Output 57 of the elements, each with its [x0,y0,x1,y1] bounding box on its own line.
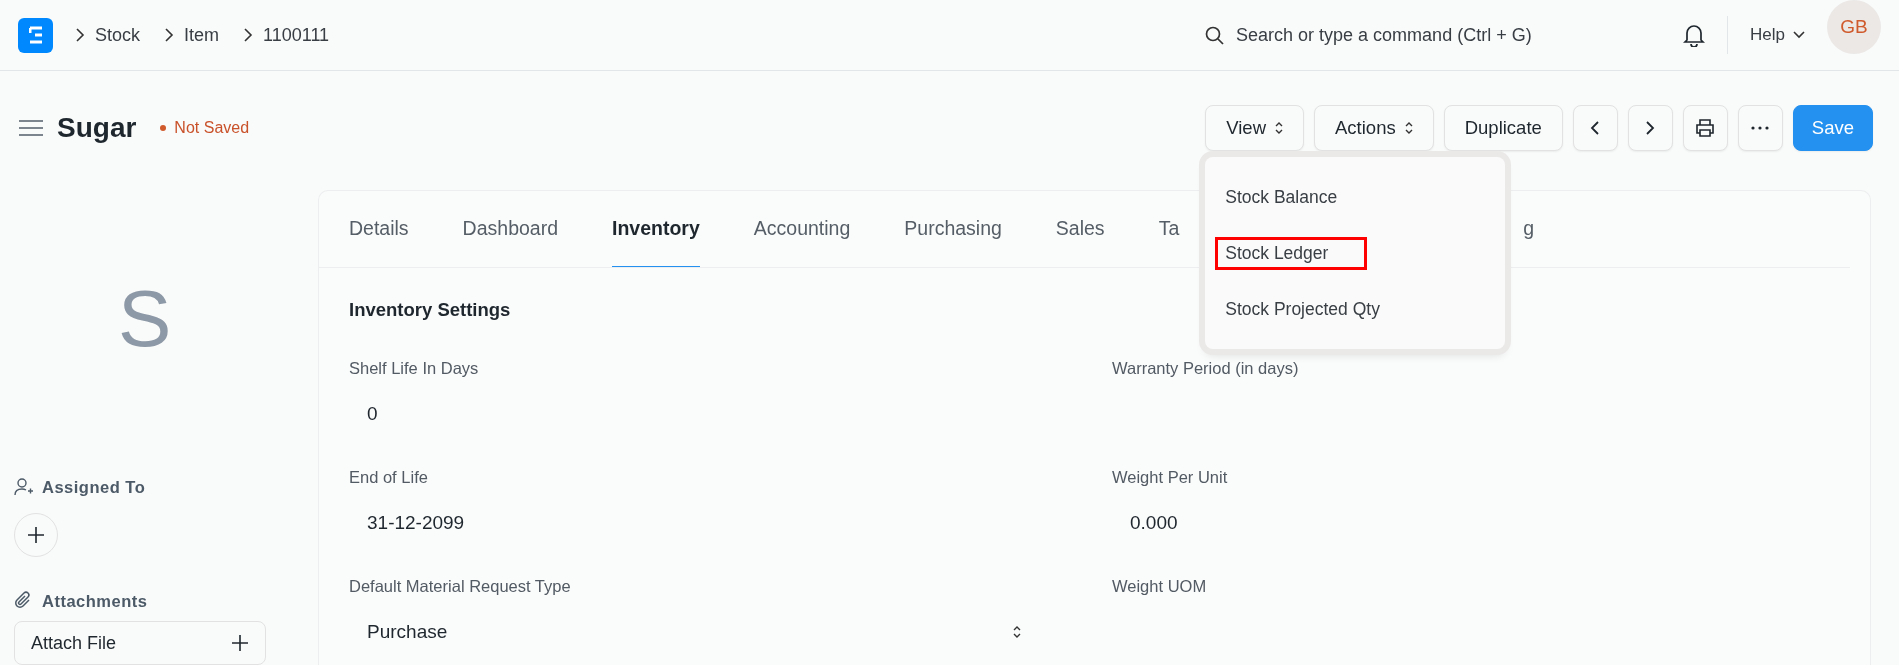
add-assignee-button[interactable] [14,513,58,557]
menu-button[interactable]: Actions [1314,105,1434,151]
app-logo[interactable] [18,17,53,53]
print-button[interactable] [1682,105,1728,151]
field-label: Weight UOM [1112,577,1208,596]
tab[interactable]: Ta [1158,217,1180,267]
status-indicator: Not Saved [174,119,250,137]
sort-icon [1404,121,1413,135]
user-add-icon [14,477,34,497]
menu-item[interactable]: Stock Balance [1215,180,1348,214]
menu-item[interactable]: Stock Ledger [1215,236,1368,270]
tab[interactable]: Sales [1055,217,1105,267]
tab[interactable]: g [1523,217,1535,267]
chevron-right-icon [1645,120,1656,136]
chevron-right-icon [164,28,175,42]
field-label: Weight Per Unit [1112,468,1229,487]
plus-icon [231,634,249,652]
input-field[interactable]: 0 [349,392,1039,436]
sidebar-label: Assigned To [42,477,146,497]
status-dot-icon [160,125,167,131]
attach-file-button[interactable]: Attach File [14,621,266,665]
chevron-left-icon [1590,120,1601,136]
help-menu[interactable]: Help [1750,25,1805,45]
more-icon [1751,126,1770,130]
field-label: Warranty Period (in days) [1112,359,1300,378]
notification-bell-icon[interactable] [1683,23,1706,47]
section-title: Inventory Settings [349,299,511,321]
item-initial: S [118,273,172,365]
field-label: Shelf Life In Days [349,359,480,378]
field-label: End of Life [349,468,429,487]
duplicate-button[interactable]: Duplicate [1443,105,1563,151]
sort-icon [1275,121,1283,135]
search-field[interactable]: Search or type a command (Ctrl + G) [1205,24,1586,46]
sort-icon [1013,625,1021,639]
select-field[interactable]: Purchase [349,610,1039,654]
tab[interactable]: Dashboard [462,217,558,267]
chevron-right-icon [75,28,85,42]
search-icon [1205,25,1225,45]
tab[interactable]: Inventory [612,217,700,267]
sidebar-label: Attachments [42,591,148,611]
tab[interactable]: Accounting [753,217,851,267]
menu-icon[interactable] [18,119,44,137]
field-label: Default Material Request Type [349,577,572,596]
menu-item[interactable]: Stock Projected Qty [1215,292,1390,326]
input-field[interactable]: 31-12-2099 [349,501,1039,545]
breadcrumb-link[interactable]: 1100111 [263,24,330,46]
chevron-down-icon [1793,31,1805,39]
tab[interactable]: Details [349,217,409,267]
breadcrumb-link[interactable]: Stock [95,24,141,46]
page-title: Sugar [57,112,137,144]
plus-icon [27,526,45,544]
chevron-right-icon [243,28,254,42]
menu-button[interactable]: View [1205,105,1304,151]
printer-icon [1695,119,1716,137]
breadcrumb-link[interactable]: Item [184,24,220,46]
input-field[interactable]: 0.000 [1112,501,1802,545]
tab[interactable]: Purchasing [904,217,1002,267]
